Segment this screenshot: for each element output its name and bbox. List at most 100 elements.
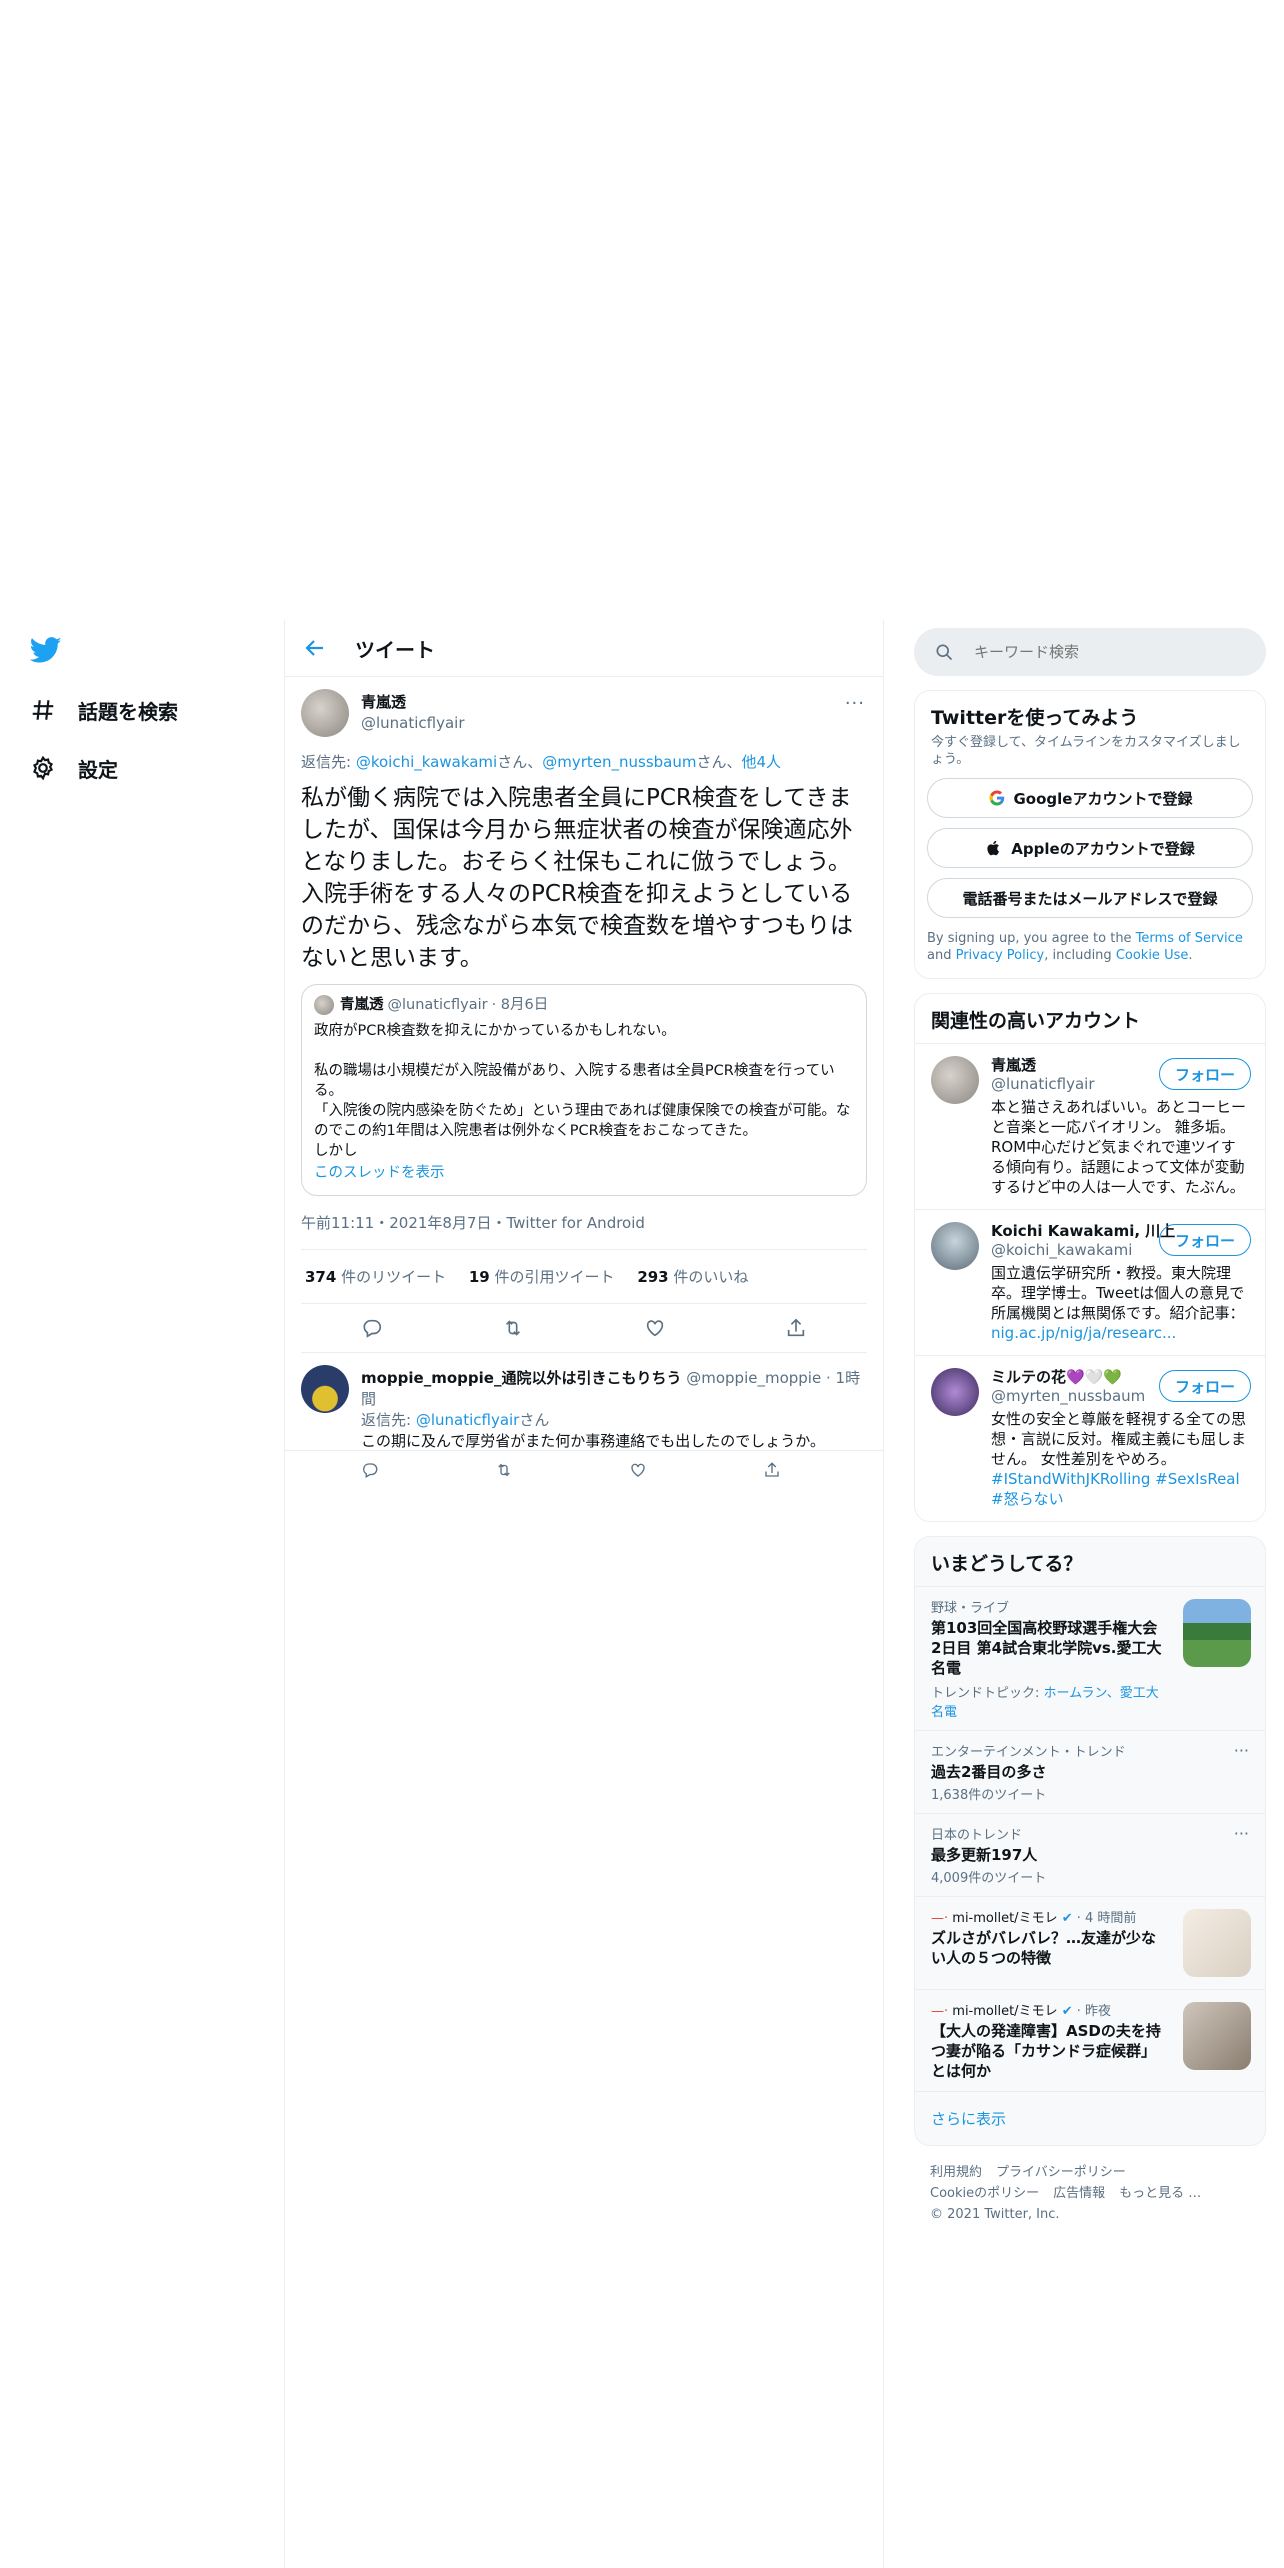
reply-text: この期に及んで厚労省がまた何か事務連絡でも出したのでしょうか。 [361,1432,825,1450]
follow-button[interactable]: フォロー [1159,1370,1251,1402]
account-bio: 女性の安全と尊厳を軽視する全ての思想・言説に反対。権威主義にも屈しません。 女性… [991,1410,1247,1508]
google-signup-button[interactable]: Googleアカウントで登録 [927,778,1253,818]
twitter-logo-icon[interactable] [30,634,62,666]
search-input[interactable] [972,642,1226,662]
account-item[interactable]: フォロー Koichi Kawakami, 川上 @koichi_kawakam… [915,1209,1265,1355]
quoted-tweet[interactable]: 青嵐透 @lunaticflyair · 8月6日 政府がPCR検査数を抑えにか… [301,984,867,1196]
main-tweet: 青嵐透 @lunaticflyair ··· 返信先: @koichi_kawa… [285,677,883,1353]
trend-context: 野球・ライブ [931,1601,1010,1616]
more-options-icon[interactable]: ··· [1234,1741,1249,1760]
search-bar[interactable] [914,628,1266,676]
reply-mention-2[interactable]: @myrten_nussbaum [542,753,696,771]
footer-link-terms[interactable]: 利用規約 [930,2165,982,2180]
reply-sep-1: さん、 [497,753,543,771]
trend-context: 日本のトレンド [931,1828,1023,1843]
main-column: ツイート 青嵐透 @lunaticflyair ··· 返信先: @koichi… [284,620,884,2568]
account-item[interactable]: フォロー 青嵐透 @lunaticflyair 本と猫さえあればいい。あとコーヒ… [915,1043,1265,1209]
reply-to-mention[interactable]: @lunaticflyair [416,1411,520,1429]
apple-signup-label: Appleのアカウントで登録 [1011,839,1195,858]
quotes-stat[interactable]: 19 件の引用ツイート [469,1268,615,1286]
like-icon[interactable] [644,1317,666,1339]
tweet-timestamp[interactable]: 午前11:11・2021年8月7日・Twitter for Android [301,1212,867,1250]
avatar[interactable] [931,1056,979,1104]
more-options-icon[interactable]: ··· [845,693,865,714]
account-bio: 国立遺伝学研究所・教授。東大院理卒。理学博士。Tweetは個人の意見で所属機関と… [991,1264,1245,1342]
author-handle: @lunaticflyair [361,714,465,732]
account-bio-hashtags[interactable]: #IStandWithJKRolling #SexIsReal #怒らない [991,1470,1244,1508]
reply-to-line: 返信先: @koichi_kawakamiさん、@myrten_nussbaum… [301,751,867,772]
privacy-link[interactable]: Privacy Policy [956,948,1045,963]
trends-card: いまどうしてる？ 野球・ライブ 第103回全国高校野球選手権大会2日目 第4試合… [914,1536,1266,2146]
signup-title: Twitterを使ってみよう [931,707,1139,729]
quote-text: 政府がPCR検査数を抑えにかかっているかもしれない。 私の職場は小規模だが入院設… [314,1023,851,1159]
tweet-text: 私が働く病院では入院患者全員にPCR検査をしてきましたが、国保は今月から無症状者… [301,785,853,971]
back-arrow-icon[interactable] [303,636,327,660]
reply-tweet[interactable]: moppie_moppie_通院以外は引きこもりちう @moppie_moppi… [285,1353,883,1478]
cookie-link[interactable]: Cookie Use [1116,948,1189,963]
follow-button[interactable]: フォロー [1159,1224,1251,1256]
reply-others-link[interactable]: 他4人 [742,753,782,771]
footer: 利用規約 プライバシーポリシー Cookieのポリシー 広告情報 もっと見る … © … [914,2146,1266,2241]
reply-actions [361,1461,781,1479]
reply-header: moppie_moppie_通院以外は引きこもりちう @moppie_moppi… [361,1367,867,1409]
share-icon[interactable] [785,1317,807,1339]
avatar[interactable] [931,1368,979,1416]
avatar[interactable] [931,1222,979,1270]
signup-subtitle: 今すぐ登録して、タイムラインをカスタマイズしましょう。 [931,735,1241,767]
account-bio: 本と猫さえあればいい。あとコーヒーと音楽と一応バイオリン。 雑多垢。ROM中心だ… [991,1098,1247,1196]
retweet-icon[interactable] [495,1461,513,1479]
news-title: 【大人の発達障害】ASDの夫を持つ妻が陥る「カサンドラ症候群」とは何か [931,2022,1161,2080]
show-more-link[interactable]: さらに表示 [915,2091,1265,2145]
more-options-icon[interactable]: ··· [1234,1824,1249,1843]
trend-item[interactable]: 野球・ライブ 第103回全国高校野球選手権大会2日目 第4試合東北学院vs.愛工… [915,1586,1265,1730]
tweet-author[interactable]: 青嵐透 @lunaticflyair [361,691,465,732]
reply-author-name[interactable]: moppie_moppie_通院以外は引きこもりちう [361,1369,681,1387]
right-sidebar: Twitterを使ってみよう 今すぐ登録して、タイムラインをカスタマイズしましょ… [914,620,1266,2241]
trend-title: 第103回全国高校野球選手権大会2日目 第4試合東北学院vs.愛工大名電 [931,1619,1162,1677]
reply-to-prefix: 返信先: [301,753,356,771]
news-item[interactable]: —· mi-mollet/ミモレ ✔ · 4 時間前 ズルさがバレバレ？…友達が… [915,1896,1265,1989]
phone-email-signup-button[interactable]: 電話番号またはメールアドレスで登録 [927,878,1253,918]
news-item[interactable]: —· mi-mollet/ミモレ ✔ · 昨夜 【大人の発達障害】ASDの夫を持… [915,1989,1265,2091]
footer-link-ads[interactable]: 広告情報 [1053,2186,1105,2201]
hashtag-icon [32,700,54,720]
apple-signup-button[interactable]: Appleのアカウントで登録 [927,828,1253,868]
header: ツイート [285,620,883,677]
nav-settings-label: 設定 [78,757,118,782]
gear-icon [32,755,54,781]
footer-link-more[interactable]: もっと見る … [1119,2186,1201,2201]
like-icon[interactable] [629,1461,647,1479]
retweets-stat[interactable]: 374 件のリツイート [305,1268,446,1286]
trend-topics: トレンドトピック: ホームラン、愛工大名電 [931,1686,1159,1720]
avatar[interactable] [301,689,349,737]
reply-icon[interactable] [361,1461,379,1479]
search-icon [936,644,953,661]
trend-image [1183,1599,1251,1667]
terms-link[interactable]: Terms of Service [1136,931,1243,946]
show-thread-link[interactable]: このスレッドを表示 [314,1163,854,1183]
likes-stat[interactable]: 293 件のいいね [637,1268,748,1286]
follow-button[interactable]: フォロー [1159,1058,1251,1090]
trend-title: 最多更新197人 [931,1846,1038,1864]
quote-avatar [314,995,334,1015]
quote-date: · 8月6日 [491,997,549,1013]
footer-link-cookie[interactable]: Cookieのポリシー [930,2186,1039,2201]
reply-icon[interactable] [361,1317,383,1339]
trend-item[interactable]: 日本のトレンド 最多更新197人 4,009件のツイート ··· [915,1813,1265,1896]
reply-avatar[interactable] [301,1365,349,1413]
google-signup-label: Googleアカウントで登録 [1013,789,1193,808]
share-icon[interactable] [763,1461,781,1479]
account-bio-link[interactable]: nig.ac.jp/nig/ja/researc... [991,1324,1176,1342]
reply-sep-2: さん、 [696,753,742,771]
account-item[interactable]: フォロー ミルテの花💜🤍💚 @myrten_nussbaum 女性の安全と尊厳を… [915,1355,1265,1521]
nav-item-settings[interactable]: 設定 [30,744,118,792]
phone-email-signup-label: 電話番号またはメールアドレスで登録 [962,889,1218,908]
reply-mention-1[interactable]: @koichi_kawakami [356,753,497,771]
reply-to-line: 返信先: @lunaticflyairさん [361,1411,550,1429]
retweet-icon[interactable] [502,1317,524,1339]
trend-title: 過去2番目の多さ [931,1763,1047,1781]
nav-item-explore[interactable]: 話題を検索 [30,686,178,734]
apple-icon [987,840,1000,856]
footer-link-privacy[interactable]: プライバシーポリシー [996,2165,1126,2180]
trend-item[interactable]: エンターテインメント・トレンド 過去2番目の多さ 1,638件のツイート ··· [915,1730,1265,1813]
